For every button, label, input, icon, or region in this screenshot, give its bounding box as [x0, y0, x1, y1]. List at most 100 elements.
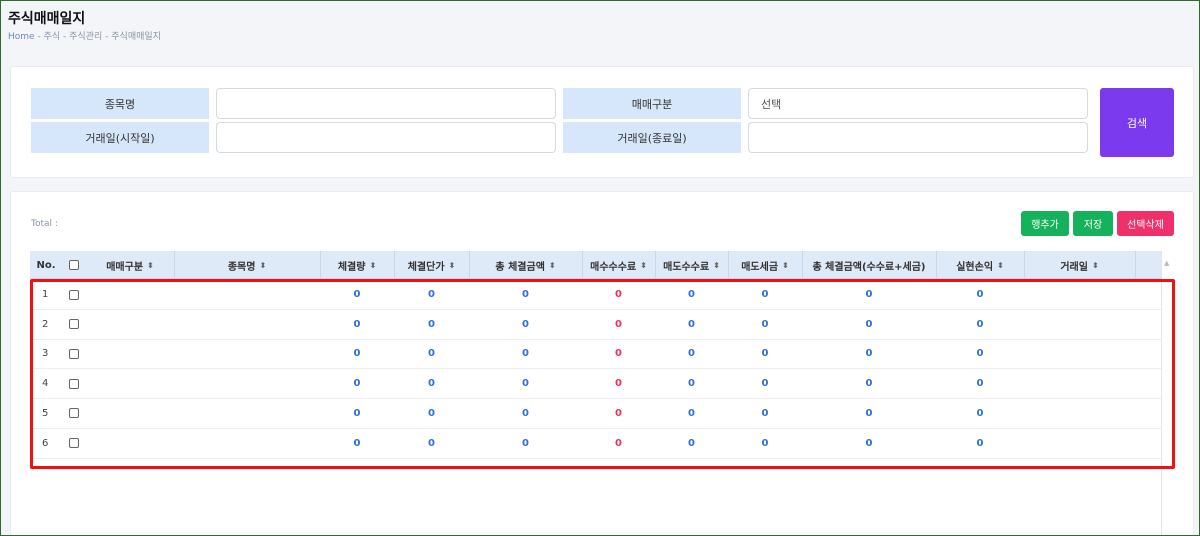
- end-date-label: 거래일(종료일): [563, 122, 741, 153]
- breadcrumb: Home - 주식 - 주식관리 - 주식매매일지: [8, 29, 161, 42]
- add-row-button[interactable]: 행추가: [1021, 211, 1069, 236]
- total-amount-fee-tax-cell: 0: [865, 437, 873, 449]
- total-amount-cell: 0: [522, 407, 529, 419]
- table-row[interactable]: 2 0 0 0 0 0 0 0 0: [30, 310, 1161, 340]
- realized-pl-cell: 0: [976, 407, 984, 419]
- row-checkbox-cell: [62, 369, 86, 398]
- trade-date-cell[interactable]: [1024, 429, 1135, 458]
- row-checkbox-cell: [62, 280, 86, 309]
- sort-icon: ⬍: [640, 260, 647, 270]
- row-checkbox[interactable]: [69, 319, 79, 330]
- sort-icon: ⬍: [548, 260, 556, 270]
- total-amount-cell: 0: [522, 378, 529, 390]
- trade-type-cell[interactable]: [86, 399, 174, 428]
- sell-tax-cell: 0: [761, 318, 769, 330]
- breadcrumb-item-stock[interactable]: 주식: [44, 32, 61, 42]
- sort-icon: ⬍: [782, 260, 789, 270]
- row-checkbox[interactable]: [69, 438, 79, 448]
- total-amount-cell: 0: [522, 318, 529, 330]
- select-all-checkbox[interactable]: [69, 260, 79, 270]
- sell-fee-cell: 0: [688, 348, 695, 360]
- row-checkbox[interactable]: [69, 408, 79, 419]
- trade-type-select[interactable]: 선택: [748, 88, 1088, 119]
- delete-selected-button[interactable]: 선택삭제: [1117, 211, 1174, 236]
- column-header-sell-tax[interactable]: 매도세금 ⬍: [728, 251, 802, 279]
- unit-price-cell: 0: [428, 318, 435, 330]
- total-amount-cell: 0: [522, 437, 529, 449]
- table-header: No. 매매구분 ⬍ 종목명 ⬍ 체결량 ⬍ 체결단가 ⬍ 총 체결금액 ⬍ 매수수수료 ⬍…: [30, 251, 1161, 279]
- row-checkbox[interactable]: [69, 289, 79, 300]
- total-amount-fee-tax-cell: 0: [865, 407, 873, 419]
- stock-name-cell[interactable]: [174, 339, 320, 368]
- stock-name-input[interactable]: [216, 88, 556, 119]
- table-row[interactable]: 5 0 0 0 0 0 0 0 0: [30, 399, 1161, 429]
- sort-icon: ⬍: [147, 260, 154, 270]
- table-row[interactable]: 3 0 0 0 0 0 0 0 0: [30, 339, 1161, 370]
- total-amount-cell: 0: [522, 348, 529, 360]
- sell-tax-cell: 0: [761, 378, 769, 390]
- end-date-input[interactable]: [748, 122, 1088, 153]
- buy-fee-cell: 0: [615, 407, 622, 419]
- realized-pl-cell: 0: [976, 318, 984, 330]
- unit-price-cell: 0: [428, 437, 435, 449]
- row-number: 4: [42, 378, 49, 390]
- column-header-total-amount[interactable]: 총 체결금액 ⬍: [469, 251, 582, 279]
- breadcrumb-item-stock-management[interactable]: 주식관리: [69, 32, 102, 42]
- trade-type-label: 매매구분: [563, 88, 741, 119]
- trade-date-cell[interactable]: [1024, 310, 1135, 339]
- trade-date-cell[interactable]: [1024, 399, 1135, 428]
- column-header-quantity[interactable]: 체결량 ⬍: [320, 251, 394, 279]
- stock-name-label: 종목명: [31, 88, 209, 119]
- sell-tax-cell: 0: [761, 289, 769, 300]
- trade-date-cell[interactable]: [1024, 369, 1135, 398]
- column-header-buy-fee[interactable]: 매수수수료 ⬍: [582, 251, 655, 279]
- row-checkbox-cell: [62, 399, 86, 428]
- breadcrumb-item-current: 주식매매일지: [111, 32, 161, 42]
- row-checkbox[interactable]: [69, 348, 79, 359]
- search-button[interactable]: 검색: [1100, 88, 1174, 157]
- stock-name-cell[interactable]: [174, 310, 320, 339]
- column-header-sell-fee[interactable]: 매도수수료 ⬍: [655, 251, 728, 279]
- total-amount-cell: 0: [522, 289, 529, 300]
- sort-icon: ⬍: [448, 260, 456, 270]
- trade-type-cell[interactable]: [86, 310, 174, 339]
- breadcrumb-home[interactable]: Home: [8, 32, 35, 42]
- trade-date-cell[interactable]: [1024, 339, 1135, 368]
- unit-price-cell: 0: [428, 289, 435, 300]
- row-number: 2: [42, 318, 49, 330]
- column-header-realized-pl[interactable]: 실현손익 ⬍: [936, 251, 1024, 279]
- trade-type-cell[interactable]: [86, 369, 174, 398]
- save-button[interactable]: 저장: [1073, 211, 1113, 236]
- sell-fee-cell: 0: [688, 318, 695, 330]
- column-header-no: No.: [36, 259, 56, 271]
- column-header-unit-price[interactable]: 체결단가 ⬍: [394, 251, 469, 279]
- vertical-scrollbar[interactable]: ▲: [1161, 251, 1173, 536]
- table-row[interactable]: 4 0 0 0 0 0 0 0 0: [30, 369, 1161, 400]
- column-header-total-amount-fee-tax[interactable]: 총 체결금액(수수료+세금): [802, 251, 936, 279]
- trade-date-cell[interactable]: [1024, 280, 1135, 309]
- quantity-cell: 0: [353, 378, 361, 390]
- row-checkbox[interactable]: [69, 378, 79, 389]
- quantity-cell: 0: [353, 437, 361, 449]
- trade-type-cell[interactable]: [86, 429, 174, 458]
- trade-type-cell[interactable]: [86, 280, 174, 309]
- stock-name-cell[interactable]: [174, 280, 320, 309]
- realized-pl-cell: 0: [976, 289, 984, 300]
- stock-name-cell[interactable]: [174, 399, 320, 428]
- start-date-input[interactable]: [216, 122, 556, 153]
- table-row[interactable]: 1 0 0 0 0 0 0 0 0: [30, 280, 1161, 310]
- sort-icon: ⬍: [369, 260, 377, 270]
- column-header-trade-type[interactable]: 매매구분 ⬍: [86, 251, 174, 279]
- sort-icon: ⬍: [713, 260, 720, 270]
- stock-name-cell[interactable]: [174, 369, 320, 398]
- table-row[interactable]: 6 0 0 0 0 0 0 0 0: [30, 429, 1161, 459]
- sell-fee-cell: 0: [688, 378, 695, 390]
- column-header-trade-date[interactable]: 거래일 ⬍: [1024, 251, 1135, 279]
- column-header-stock-name[interactable]: 종목명 ⬍: [174, 251, 320, 279]
- scroll-up-icon[interactable]: ▲: [1164, 259, 1169, 267]
- total-count-label: Total :: [31, 219, 58, 229]
- row-number: 3: [42, 348, 49, 360]
- stock-name-cell[interactable]: [174, 429, 320, 458]
- trade-type-cell[interactable]: [86, 339, 174, 368]
- quantity-cell: 0: [353, 348, 361, 360]
